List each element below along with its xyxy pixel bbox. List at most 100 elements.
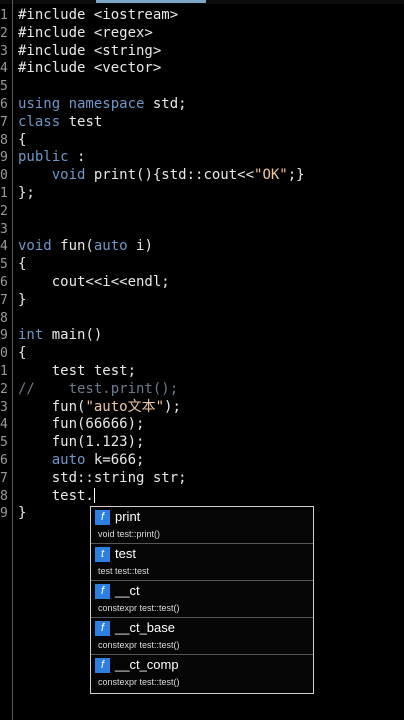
line-number: 1 bbox=[0, 185, 8, 201]
line-number: 3 bbox=[0, 399, 8, 415]
line-number: 5 bbox=[0, 257, 8, 273]
suggestion-signature: constexpr test::test() bbox=[98, 640, 180, 650]
line-number: 4 bbox=[0, 417, 8, 433]
code-line[interactable]: 7 std::string str; bbox=[0, 470, 404, 488]
line-number: 3 bbox=[0, 43, 8, 59]
code-text[interactable]: fun("auto文本"); bbox=[18, 399, 181, 417]
code-line[interactable]: 8{ bbox=[0, 132, 404, 150]
code-line[interactable]: 1 #include <iostream> bbox=[0, 7, 404, 25]
symbol-kind-icon: t bbox=[95, 547, 110, 562]
line-number: 9 bbox=[0, 150, 8, 166]
code-line[interactable]: 0 void print(){std::cout<<"OK";} bbox=[0, 167, 404, 185]
code-text[interactable]: test test; bbox=[18, 363, 136, 381]
code-line[interactable]: 8 bbox=[0, 310, 404, 328]
suggestion-signature: test test::test bbox=[98, 566, 150, 576]
code-line[interactable]: 4 fun(66666); bbox=[0, 416, 404, 434]
autocomplete-popup: f print void test::print() t test test test::… bbox=[90, 506, 314, 694]
code-line[interactable]: 9 int main() bbox=[0, 327, 404, 345]
line-number: 3 bbox=[0, 221, 8, 237]
line-number: 6 bbox=[0, 96, 8, 112]
code-line[interactable]: 3 fun("auto文本"); bbox=[0, 399, 404, 417]
code-text[interactable]: void print(){std::cout<<"OK";} bbox=[18, 167, 305, 185]
autocomplete-item[interactable]: f __ct_comp constexpr test::test() bbox=[91, 655, 313, 692]
code-line[interactable]: 1 test test; bbox=[0, 363, 404, 381]
line-number: 8 bbox=[0, 488, 8, 504]
line-number: 2 bbox=[0, 381, 8, 397]
code-text[interactable]: // test.print(); bbox=[18, 381, 178, 399]
code-line[interactable]: 7 class test bbox=[0, 114, 404, 132]
line-number: 2 bbox=[0, 25, 8, 41]
code-line[interactable]: 2 // test.print(); bbox=[0, 381, 404, 399]
symbol-kind-icon: f bbox=[95, 621, 110, 636]
line-number: 6 bbox=[0, 274, 8, 290]
code-text[interactable]: int main() bbox=[18, 327, 102, 345]
code-line[interactable]: 5{ bbox=[0, 256, 404, 274]
code-text[interactable]: { bbox=[18, 345, 26, 363]
code-text[interactable]: std::string str; bbox=[18, 470, 187, 488]
suggestion-signature: void test::print() bbox=[98, 529, 161, 539]
code-text[interactable]: auto k=666; bbox=[18, 452, 145, 470]
line-number: 8 bbox=[0, 310, 8, 326]
code-text[interactable]: void fun(auto i) bbox=[18, 238, 153, 256]
code-line[interactable]: 2 bbox=[0, 203, 404, 221]
symbol-kind-icon: f bbox=[95, 510, 110, 525]
code-text[interactable]: #include <regex> bbox=[18, 25, 153, 43]
autocomplete-item[interactable]: f __ct_baseconstexpr test::test() bbox=[91, 618, 313, 655]
code-text[interactable]: { bbox=[18, 132, 26, 150]
line-number: 7 bbox=[0, 470, 8, 486]
code-line[interactable]: 5 bbox=[0, 78, 404, 96]
code-line[interactable]: 3 #include <string> bbox=[0, 43, 404, 61]
code-text[interactable]: } bbox=[18, 292, 26, 310]
suggestion-signature: constexpr test::test() bbox=[98, 603, 180, 613]
code-text[interactable]: class test bbox=[18, 114, 102, 132]
line-number: 1 bbox=[0, 363, 8, 379]
code-text[interactable]: fun(1.123); bbox=[18, 434, 145, 452]
code-line[interactable]: 6 cout<<i<<endl; bbox=[0, 274, 404, 292]
code-line[interactable]: 8 test. bbox=[0, 488, 404, 506]
code-text[interactable]: #include <string> bbox=[18, 43, 161, 61]
code-line[interactable]: 0{ bbox=[0, 345, 404, 363]
suggestion-name: __ct_base bbox=[115, 620, 175, 635]
code-text[interactable]: { bbox=[18, 256, 26, 274]
suggestion-name: print bbox=[115, 509, 141, 524]
code-text[interactable]: fun(66666); bbox=[18, 416, 145, 434]
code-line[interactable]: 5 fun(1.123); bbox=[0, 434, 404, 452]
code-text[interactable]: }; bbox=[18, 185, 35, 203]
code-text[interactable]: #include <vector> bbox=[18, 60, 161, 78]
code-line[interactable]: 7} bbox=[0, 292, 404, 310]
code-text[interactable]: } bbox=[18, 505, 26, 523]
code-line[interactable]: 1}; bbox=[0, 185, 404, 203]
line-number: 5 bbox=[0, 79, 8, 95]
code-line[interactable]: 4 void fun(auto i) bbox=[0, 238, 404, 256]
code-line[interactable]: 2 #include <regex> bbox=[0, 25, 404, 43]
code-line[interactable]: 6 auto k=666; bbox=[0, 452, 404, 470]
line-number: 0 bbox=[0, 346, 8, 362]
autocomplete-item[interactable]: f printvoid test::print() bbox=[91, 507, 313, 544]
code-line[interactable]: 3 bbox=[0, 221, 404, 239]
code-text[interactable]: #include <iostream> bbox=[18, 7, 178, 25]
line-number: 4 bbox=[0, 61, 8, 77]
active-tab-indicator[interactable] bbox=[96, 0, 206, 3]
code-line[interactable]: 6 using namespace std; bbox=[0, 96, 404, 114]
line-number: 7 bbox=[0, 114, 8, 130]
suggestion-name: test bbox=[115, 546, 136, 561]
line-number: 1 bbox=[0, 8, 8, 23]
suggestion-name: __ct bbox=[115, 583, 140, 598]
code-text[interactable]: using namespace std; bbox=[18, 96, 187, 114]
code-editor[interactable]: 1 #include <iostream> 2 #include <regex> 3 #i… bbox=[0, 7, 404, 523]
line-number: 9 bbox=[0, 506, 8, 522]
line-number: 8 bbox=[0, 132, 8, 148]
code-text[interactable]: cout<<i<<endl; bbox=[18, 274, 170, 292]
autocomplete-item[interactable]: f __ctconstexpr test::test() bbox=[91, 581, 313, 618]
autocomplete-item[interactable]: t testtest test::test bbox=[91, 544, 313, 581]
code-text[interactable]: test. bbox=[18, 488, 95, 506]
code-line[interactable]: 4 #include <vector> bbox=[0, 60, 404, 78]
line-number: 0 bbox=[0, 168, 8, 184]
symbol-kind-icon: f bbox=[95, 584, 110, 599]
line-number: 6 bbox=[0, 452, 8, 468]
line-number: 9 bbox=[0, 328, 8, 344]
code-line[interactable]: 9 public : bbox=[0, 149, 404, 167]
code-text[interactable]: public : bbox=[18, 149, 85, 167]
line-number: 5 bbox=[0, 435, 8, 451]
suggestion-name: __ct_comp bbox=[115, 657, 179, 672]
